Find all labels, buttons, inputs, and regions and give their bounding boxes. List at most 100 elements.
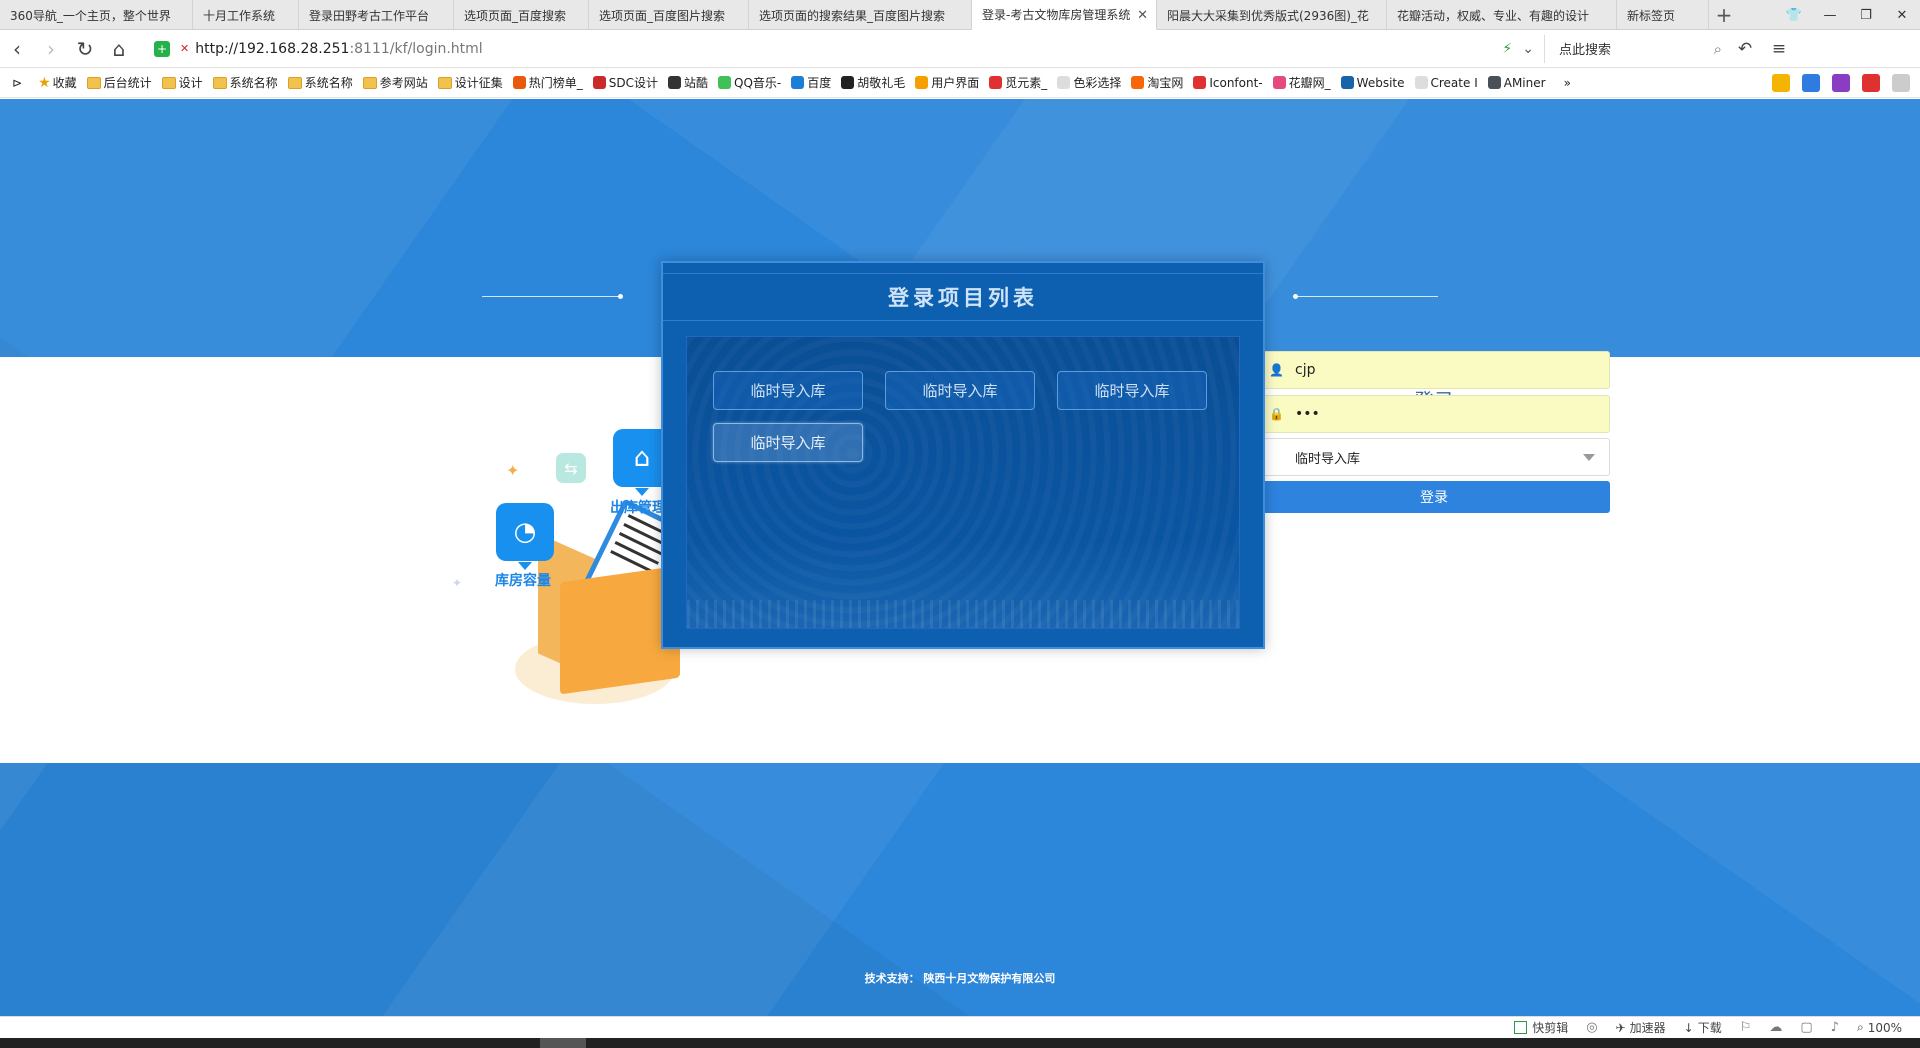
browser-tab[interactable]: 选项页面的搜索结果_百度图片搜索 <box>749 0 972 30</box>
close-tab-icon[interactable]: ✕ <box>1137 8 1148 23</box>
address-field[interactable]: + ✕ http://192.168.28.251:8111/kf/login.… <box>154 35 1534 63</box>
bookmark-item[interactable]: 百度 <box>791 74 831 91</box>
tab-title: 阳晨大大采集到优秀版式(2936图)_花 <box>1167 8 1369 23</box>
download-button[interactable]: ↓ 下载 <box>1684 1019 1722 1036</box>
chevron-down-icon[interactable]: ⌄ <box>1522 41 1534 57</box>
flag-icon[interactable]: ⚐ <box>1740 1020 1752 1035</box>
shield-extension-icon[interactable] <box>1772 73 1790 92</box>
site-icon <box>1340 76 1354 89</box>
bookmark-item[interactable]: QQ音乐- <box>718 74 781 91</box>
scissors-icon[interactable] <box>1862 73 1880 92</box>
project-button[interactable]: 临时导入库 <box>713 423 863 462</box>
speed-mode-icon[interactable]: ⚡ <box>1502 41 1512 57</box>
search-icon[interactable]: ⌕ <box>1714 40 1722 58</box>
username-field[interactable]: 👤 cjp <box>1258 351 1610 389</box>
apps-grid-icon[interactable] <box>1892 73 1910 92</box>
accelerator-button[interactable]: ✈ 加速器 <box>1616 1019 1666 1036</box>
browser-tab[interactable]: 花瓣活动，权威、专业、有趣的设计 <box>1387 0 1617 30</box>
bookmark-item[interactable]: 热门榜单_ <box>512 74 583 91</box>
tab-title: 登录田野考古工作平台 <box>309 8 430 23</box>
tab-title: 花瓣活动，权威、专业、有趣的设计 <box>1397 8 1590 23</box>
bookmark-label: 系统名称 <box>229 76 278 90</box>
bookmark-item[interactable]: 觅元素_ <box>989 74 1047 91</box>
bookmark-item[interactable]: 用户界面 <box>915 74 979 91</box>
bookmark-item[interactable]: 系统名称 <box>212 74 278 91</box>
username-value: cjp <box>1295 362 1316 378</box>
window-icon[interactable]: ▢ <box>1800 1020 1812 1035</box>
bookmark-item[interactable]: AMiner <box>1487 75 1546 90</box>
accel-label: 加速器 <box>1629 1021 1666 1035</box>
bookmark-item[interactable]: 站酷 <box>668 74 708 91</box>
bookmark-item[interactable]: Create I <box>1414 76 1478 90</box>
browser-tab[interactable]: 登录-考古文物库房管理系统 ✕ <box>972 0 1157 30</box>
browser-tab[interactable]: 登录田野考古工作平台 <box>299 0 454 30</box>
bookmark-item[interactable]: 淘宝网 <box>1131 74 1183 91</box>
bookmark-item[interactable]: 设计 <box>161 74 203 91</box>
bookmark-label: 设计 <box>178 76 203 90</box>
browser-tab[interactable]: 360导航_一个主页，整个世界 <box>0 0 193 30</box>
restore-button[interactable]: ❐ <box>1848 0 1884 30</box>
bookmark-item[interactable]: ★ 收藏 <box>38 74 77 91</box>
home-button[interactable]: ⌂ <box>102 32 136 66</box>
edit-extension-icon[interactable] <box>1802 73 1820 92</box>
title-decoration-right <box>1298 296 1438 297</box>
close-window-button[interactable]: ✕ <box>1884 0 1920 30</box>
login-button[interactable]: 登录 <box>1258 481 1610 513</box>
bookmark-item[interactable]: 胡敬礼毛 <box>841 74 905 91</box>
sound-icon[interactable]: ♪ <box>1831 1020 1839 1035</box>
folder-icon <box>86 76 101 89</box>
project-list-modal: 登录项目列表 临时导入库 临时导入库 临时导入库 临时导入库 <box>661 261 1265 649</box>
browser-tab[interactable]: 选项页面_百度图片搜索 <box>589 0 749 30</box>
minimize-button[interactable]: — <box>1812 0 1848 30</box>
zoom-control[interactable]: ⌕ 100% <box>1857 1020 1902 1035</box>
tab-title: 选项页面_百度图片搜索 <box>599 8 726 23</box>
bookmark-item[interactable]: Iconfont- <box>1193 76 1263 90</box>
bookmark-item[interactable]: 色彩选择 <box>1057 74 1121 91</box>
zoom-icon: ⌕ <box>1856 1020 1864 1034</box>
tshirt-skin-icon[interactable]: 👕 <box>1776 0 1812 30</box>
undo-close-icon[interactable]: ↶ <box>1728 32 1762 66</box>
bookmark-label: 设计征集 <box>454 76 503 90</box>
project-button[interactable]: 临时导入库 <box>885 371 1035 410</box>
speed-icon[interactable]: ◎ <box>1586 1020 1597 1035</box>
bookmark-item[interactable]: Website <box>1340 76 1405 90</box>
bookmark-item[interactable]: SDC设计 <box>592 74 658 91</box>
bookmark-item[interactable]: 设计征集 <box>437 74 503 91</box>
browser-tab[interactable]: 新标签页 <box>1617 0 1709 30</box>
menu-icon[interactable]: ≡ <box>1762 32 1796 66</box>
taskbar-item[interactable] <box>540 1038 586 1048</box>
folder-icon <box>362 76 377 89</box>
bookmarks-bar: ⊳ ★ 收藏 后台统计 设计 系统名称 系统名称 参考网站 设计征集 热门榜单_ SDC设计 站酷 Q… <box>0 68 1920 98</box>
bookmark-label: 花瓣网_ <box>1288 76 1331 90</box>
sparkle-icon: ✦ <box>452 576 463 590</box>
quick-clip-button[interactable]: 快剪辑 <box>1514 1019 1568 1036</box>
browser-tab[interactable]: 十月工作系统 <box>193 0 299 30</box>
tab-title: 新标签页 <box>1627 8 1676 23</box>
browser-tab[interactable]: 阳晨大大采集到优秀版式(2936图)_花 <box>1157 0 1387 30</box>
forward-button[interactable]: › <box>34 32 68 66</box>
project-button[interactable]: 临时导入库 <box>1057 371 1207 410</box>
bookmark-label: AMiner <box>1503 75 1546 90</box>
warehouse-illustration: ⌂ 出库管理 ◔ 库房容量 ⇆ ✦ ✦ <box>440 389 688 719</box>
project-select[interactable]: 临时导入库 <box>1258 438 1610 476</box>
bookmark-item[interactable]: 花瓣网_ <box>1272 74 1331 91</box>
project-button[interactable]: 临时导入库 <box>713 371 863 410</box>
pie-chart-icon: ◔ <box>496 503 554 570</box>
search-input[interactable]: 点此搜索 ⌕ <box>1544 34 1728 63</box>
password-field[interactable]: 🔒 ••• <box>1258 395 1610 433</box>
site-icon <box>718 76 732 89</box>
browser-tab[interactable]: 选项页面_百度搜索 <box>454 0 589 30</box>
back-button[interactable]: ‹ <box>0 32 34 66</box>
bookmark-item[interactable]: 系统名称 <box>287 74 353 91</box>
rp-extension-icon[interactable] <box>1832 73 1850 92</box>
bookmark-item[interactable]: 参考网站 <box>362 74 428 91</box>
sidebar-toggle-icon[interactable]: ⊳ <box>12 76 22 90</box>
new-tab-button[interactable]: + <box>1709 0 1739 29</box>
bookmarks-more-button[interactable]: » <box>1564 76 1571 90</box>
bookmark-item[interactable]: 后台统计 <box>86 74 152 91</box>
search-placeholder: 点此搜索 <box>1559 43 1612 58</box>
folder-icon <box>161 76 176 89</box>
tab-strip: 360导航_一个主页，整个世界 十月工作系统 登录田野考古工作平台 选项页面_百度搜索… <box>0 0 1920 30</box>
cloud-icon[interactable]: ☁ <box>1769 1020 1782 1035</box>
reload-button[interactable]: ↻ <box>68 32 102 66</box>
